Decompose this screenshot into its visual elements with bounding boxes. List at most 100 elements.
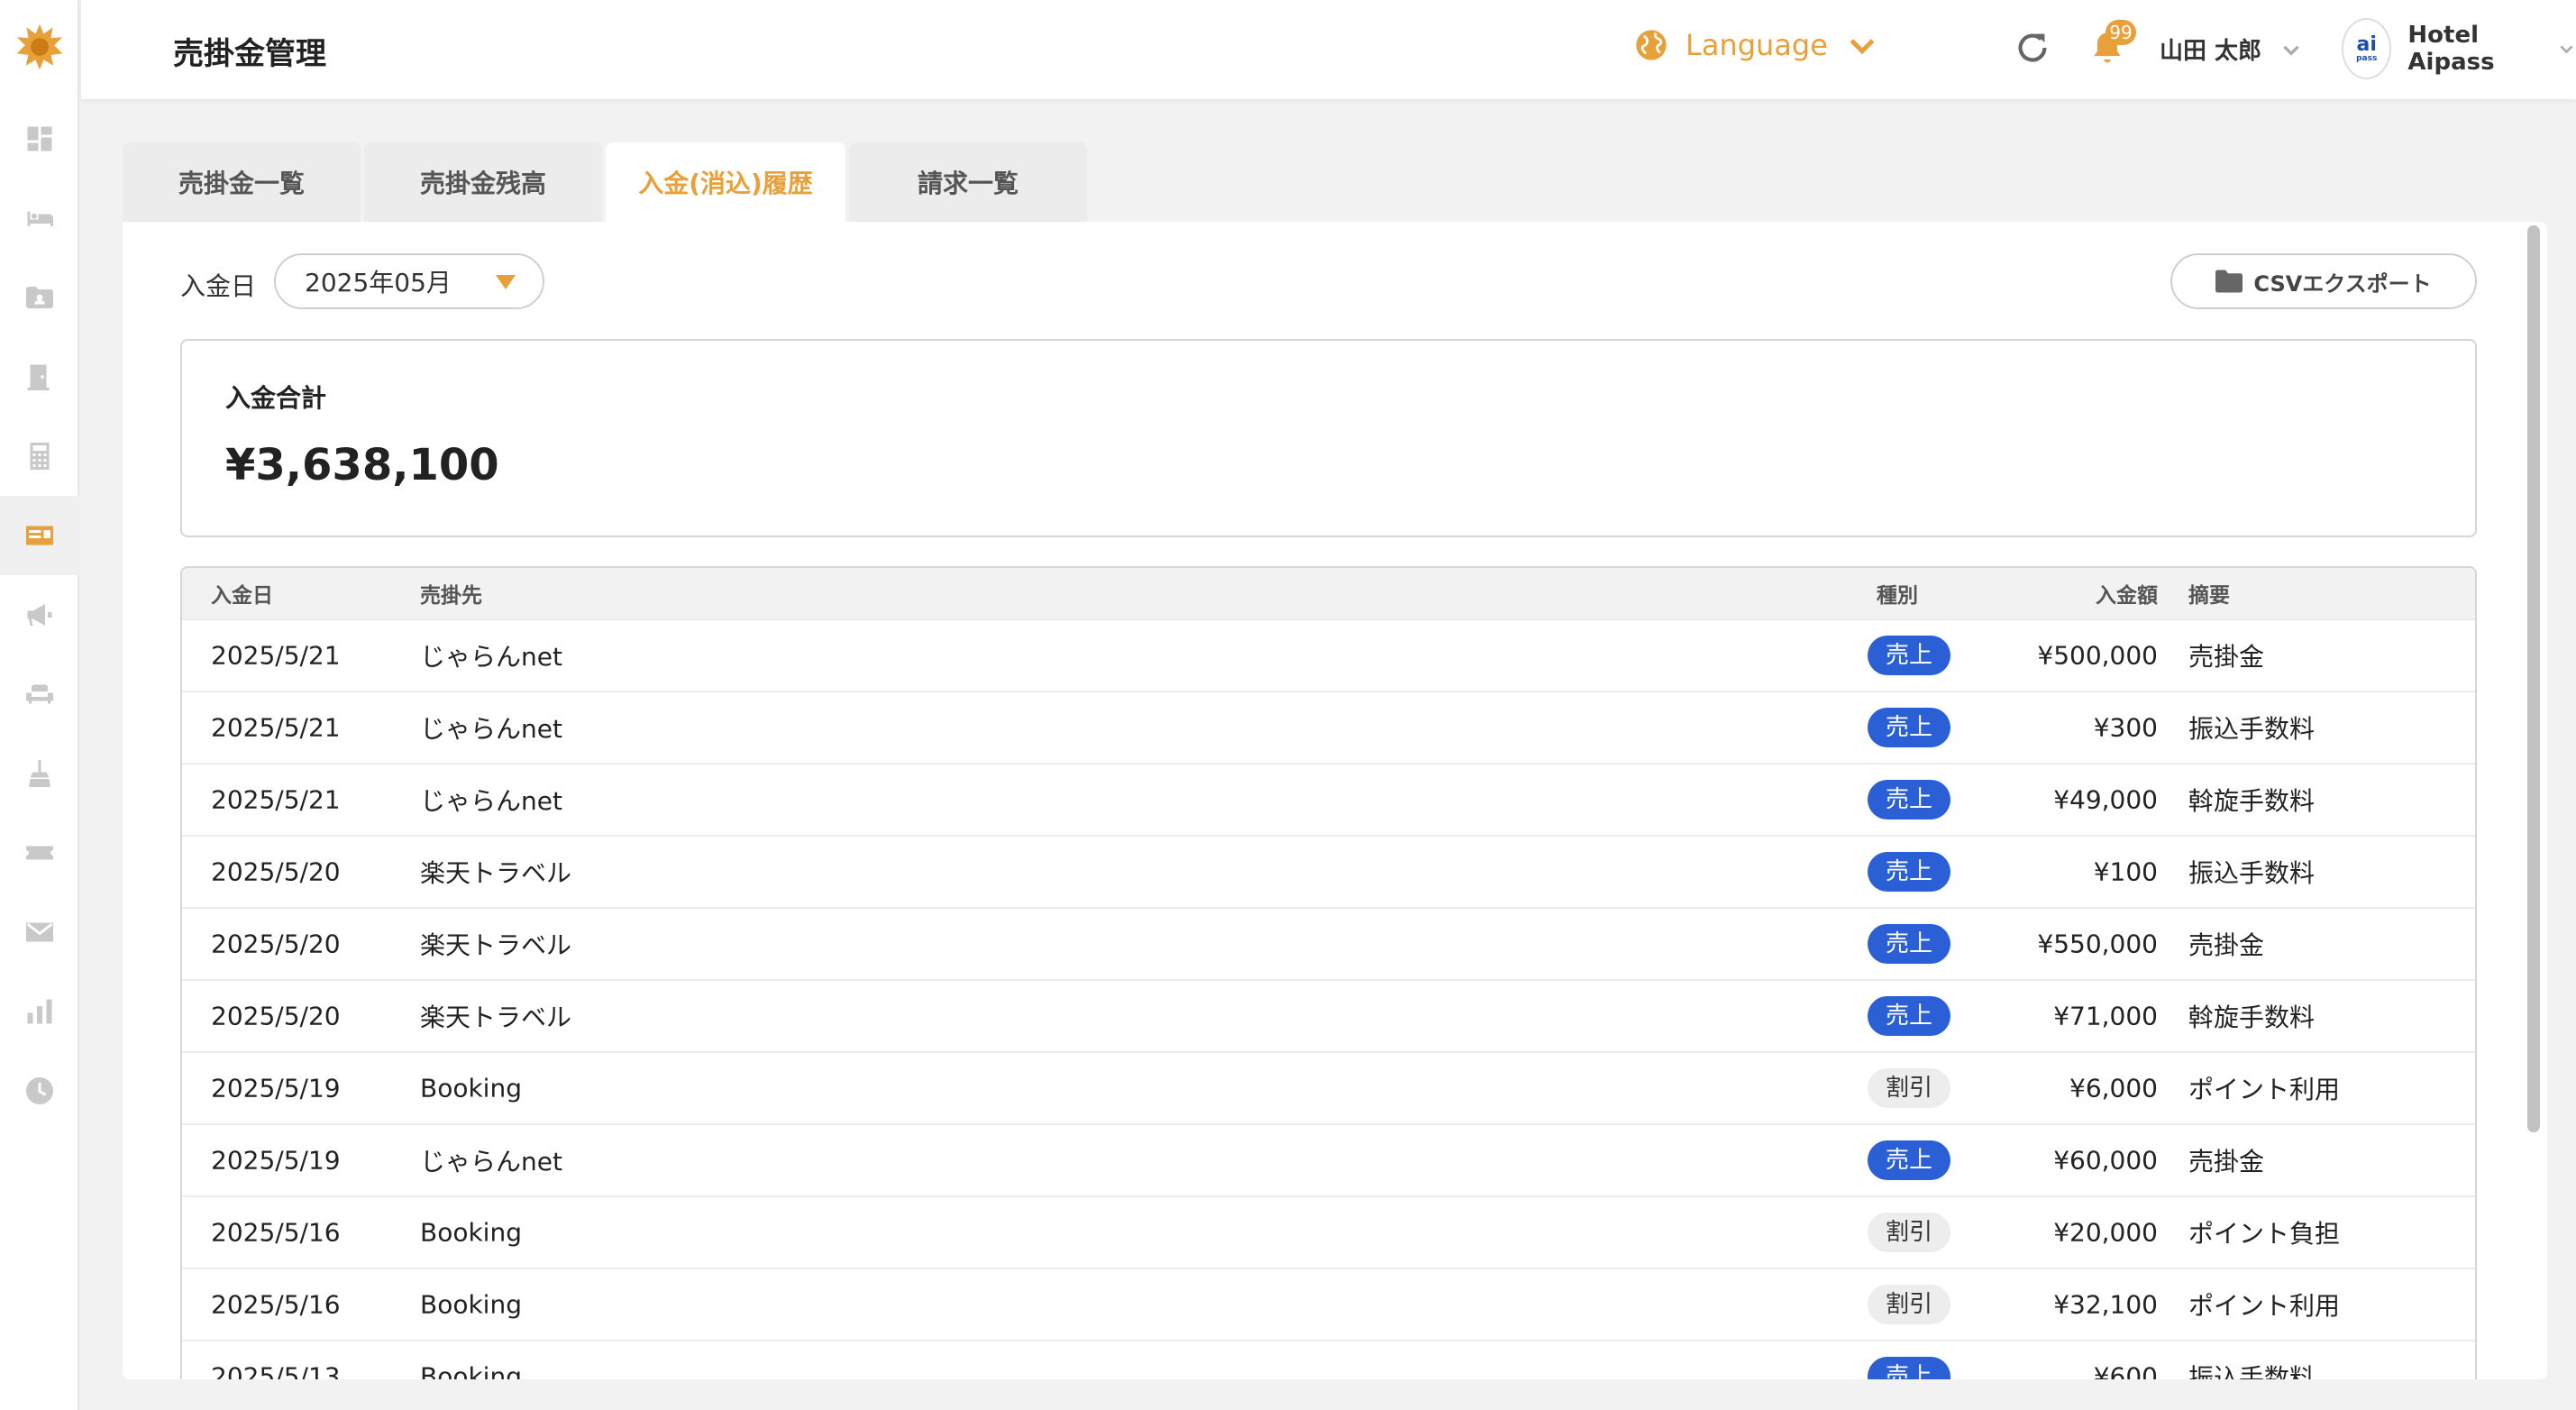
row-date: 2025/5/20 [211,1001,341,1031]
row-partner: Booking [420,1361,522,1380]
header-partner[interactable]: 売掛先 [420,578,482,609]
megaphone-icon [27,604,52,626]
row-date: 2025/5/19 [211,1145,341,1176]
row-partner: じゃらんnet [420,1147,562,1177]
vertical-scrollbar[interactable] [2527,225,2540,1132]
month-select[interactable]: 2025年05月 [274,253,544,309]
refresh-icon[interactable] [2012,27,2053,69]
user-name: 山田 太郎 [2160,38,2262,65]
type-badge: 割引 [1868,1068,1950,1108]
row-amount: ¥20,000 [2053,1217,2158,1248]
table-row[interactable]: 2025/5/21 じゃらんnet 売上 ¥49,000 斡旋手数料 [182,763,2475,835]
row-date: 2025/5/16 [211,1289,341,1320]
dashboard-icon [27,126,52,151]
row-type-badge: 売上 [1868,924,1950,964]
table-row[interactable]: 2025/5/21 じゃらんnet 売上 ¥300 振込手数料 [182,691,2475,763]
row-amount: ¥60,000 [2053,1145,2158,1176]
hotel-switcher[interactable]: ai pass Hotel Aipass [2342,18,2576,79]
row-partner: Booking [420,1217,522,1248]
row-memo: 振込手数料 [2188,714,2316,744]
table-row[interactable]: 2025/5/19 じゃらんnet 売上 ¥60,000 売掛金 [182,1123,2475,1195]
row-type-badge: 売上 [1868,1357,1950,1379]
tab-receivables-list[interactable]: 売掛金一覧 [123,142,361,222]
row-partner: Booking [420,1289,522,1320]
tab-receivables-balance[interactable]: 売掛金残高 [364,142,602,222]
type-badge: 割引 [1868,1213,1950,1252]
sidebar-item-cleaning[interactable] [0,734,79,813]
row-partner: 楽天トラベル [420,930,572,960]
hotel-avatar: ai pass [2342,18,2392,79]
type-badge: 売上 [1868,1357,1950,1379]
row-type-badge: 割引 [1868,1213,1950,1252]
row-date: 2025/5/21 [211,640,341,671]
page-title: 売掛金管理 [173,36,326,72]
header-amount[interactable]: 入金額 [2096,578,2158,609]
sofa-icon [26,684,53,704]
csv-export-label: CSVエクスポート [2253,270,2432,297]
type-badge: 売上 [1868,1140,1950,1180]
sidebar-item-facilities[interactable] [0,655,79,734]
row-type-badge: 売上 [1868,780,1950,819]
payment-total-card: 入金合計 ¥3,638,100 [180,339,2477,537]
bar-chart-icon [27,999,52,1024]
sidebar-item-messages[interactable] [0,893,79,972]
table-row[interactable]: 2025/5/20 楽天トラベル 売上 ¥71,000 斡旋手数料 [182,979,2475,1051]
sidebar-item-reports[interactable] [0,972,79,1051]
sidebar-item-history[interactable] [0,1051,79,1131]
sidebar-item-receivables[interactable] [0,496,79,575]
receivables-icon [26,526,53,545]
sidebar-item-rooms[interactable] [0,179,79,258]
language-label: Language [1685,28,1828,62]
header-type[interactable]: 種別 [1877,578,1918,609]
row-date: 2025/5/21 [211,712,341,743]
row-type-badge: 売上 [1868,1140,1950,1180]
row-type-badge: 割引 [1868,1068,1950,1108]
globe-icon [1636,30,1667,60]
sidebar-item-checkin[interactable] [0,337,79,417]
table-row[interactable]: 2025/5/16 Booking 割引 ¥32,100 ポイント利用 [182,1268,2475,1340]
table-row[interactable]: 2025/5/20 楽天トラベル 売上 ¥100 振込手数料 [182,835,2475,907]
tab-bar: 売掛金一覧 売掛金残高 入金(消込)履歴 請求一覧 [123,142,1087,222]
table-row[interactable]: 2025/5/20 楽天トラベル 売上 ¥550,000 売掛金 [182,907,2475,979]
type-badge: 割引 [1868,1285,1950,1324]
sidebar-item-coupons[interactable] [0,813,79,893]
row-amount: ¥32,100 [2053,1289,2158,1320]
row-date: 2025/5/16 [211,1217,341,1248]
row-memo: ポイント利用 [2188,1075,2341,1104]
row-amount: ¥500,000 [2037,640,2158,671]
csv-export-button[interactable]: CSVエクスポート [2170,253,2477,309]
sidebar-item-accounting[interactable] [0,417,79,496]
sidebar-item-customers[interactable] [0,258,79,337]
header-memo[interactable]: 摘要 [2188,578,2230,609]
month-select-value: 2025年05月 [305,268,452,298]
row-amount: ¥100 [2093,856,2158,887]
header-date[interactable]: 入金日 [211,578,273,609]
user-menu[interactable]: 山田 太郎 [2160,32,2303,66]
tab-payment-history[interactable]: 入金(消込)履歴 [606,142,845,222]
row-amount: ¥49,000 [2053,784,2158,815]
sun-logo-icon [16,23,63,70]
sidebar-item-marketing[interactable] [0,575,79,655]
row-memo: 斡旋手数料 [2188,786,2316,816]
payment-history-table: 入金日 売掛先 種別 入金額 摘要 2025/5/21 じゃらんnet 売上 ¥500… [180,566,2477,1379]
row-type-badge: 割引 [1868,1285,1950,1324]
row-date: 2025/5/13 [211,1361,341,1380]
row-date: 2025/5/20 [211,929,341,959]
sidebar-item-dashboard[interactable] [0,99,79,179]
language-selector[interactable]: Language [1633,27,1880,63]
table-row[interactable]: 2025/5/21 じゃらんnet 売上 ¥500,000 売掛金 [182,618,2475,691]
ticket-icon [26,846,53,860]
hotel-logo-sub: pass [2356,53,2378,63]
table-row[interactable]: 2025/5/13 Booking 売上 ¥600 振込手数料 [182,1340,2475,1379]
row-memo: 売掛金 [2188,642,2265,672]
calculator-icon [30,443,50,470]
row-type-badge: 売上 [1868,852,1950,892]
table-row[interactable]: 2025/5/16 Booking 割引 ¥20,000 ポイント負担 [182,1195,2475,1268]
app-logo[interactable] [13,20,67,74]
tab-invoice-list[interactable]: 請求一覧 [849,142,1087,222]
row-date: 2025/5/21 [211,784,341,815]
content-panel: 入金日 2025年05月 CSVエクスポート 入金合計 ¥3,638,100 入… [123,222,2547,1379]
hotel-logo-text: ai [2356,32,2377,56]
row-memo: 斡旋手数料 [2188,1003,2316,1032]
table-row[interactable]: 2025/5/19 Booking 割引 ¥6,000 ポイント利用 [182,1051,2475,1123]
